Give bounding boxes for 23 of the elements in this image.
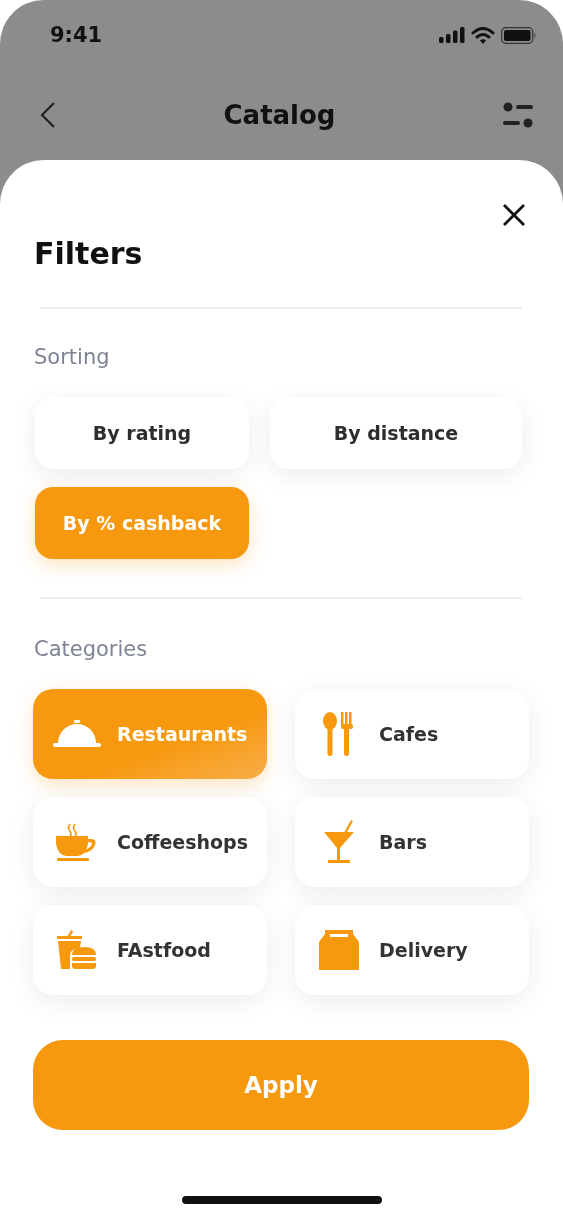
wifi-icon: [471, 26, 495, 44]
coffee-cup-icon: [56, 822, 98, 862]
category-button[interactable]: Cafes: [295, 689, 529, 779]
category-button[interactable]: FAstfood: [33, 905, 267, 995]
fastfood-icon: [57, 930, 97, 970]
sheet-title: Filters: [34, 236, 143, 271]
nav-title: Catalog: [223, 100, 336, 130]
section-label: Sorting: [34, 345, 111, 369]
cocktail-icon: [324, 820, 354, 864]
close-icon[interactable]: [503, 204, 525, 226]
sort-option[interactable]: By distance: [270, 397, 522, 469]
filter-icon[interactable]: [503, 102, 533, 128]
cloche-icon: [53, 720, 101, 748]
status-time: 9:41: [50, 23, 103, 47]
section-label: Categories: [34, 637, 149, 661]
category-button[interactable]: Bars: [295, 797, 529, 887]
bag-icon: [319, 930, 359, 970]
signal-icon: [439, 27, 465, 43]
cutlery-icon: [323, 712, 355, 756]
back-icon[interactable]: [40, 102, 56, 128]
sort-option[interactable]: By rating: [35, 397, 249, 469]
category-button[interactable]: Coffeeshops: [33, 797, 267, 887]
category-button[interactable]: Delivery: [295, 905, 529, 995]
